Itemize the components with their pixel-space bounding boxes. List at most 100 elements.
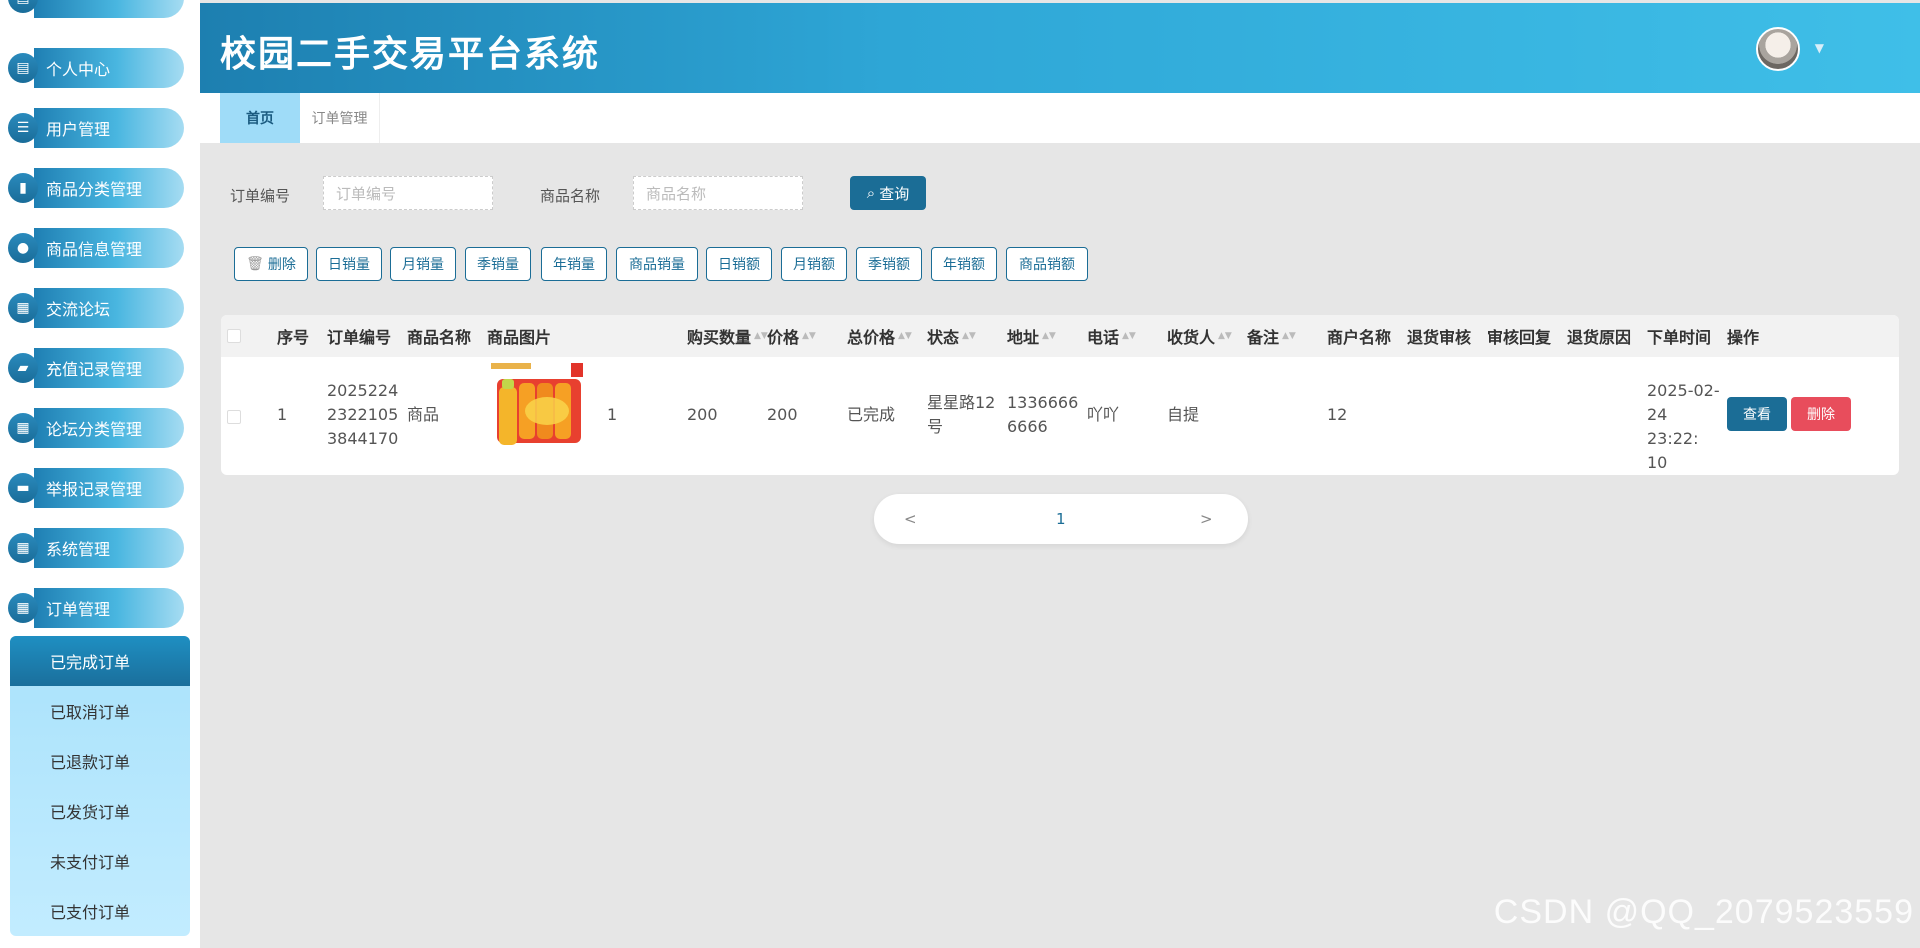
cell-status: 已完成 bbox=[847, 405, 896, 424]
cell-order-time: 2025-02- 24 23:22: 10 bbox=[1647, 381, 1720, 472]
sidebar-item-label: 充值记录管理 bbox=[34, 348, 184, 388]
column-header-15: 退货原因 bbox=[1567, 315, 1631, 357]
cell-receiver: 吖吖 bbox=[1087, 405, 1120, 424]
column-header-12: 商户名称 bbox=[1327, 315, 1391, 357]
sidebar-item-2[interactable]: ▮ 商品分类管理 bbox=[8, 168, 184, 208]
tab-home[interactable]: 首页 bbox=[220, 93, 300, 143]
submenu-item-2[interactable]: 已退款订单 bbox=[10, 736, 190, 786]
column-header-10[interactable]: 收货人 ▲▼ bbox=[1167, 315, 1232, 357]
submenu-item-0[interactable]: 已完成订单 bbox=[10, 636, 190, 686]
column-header-9[interactable]: 电话 ▲▼ bbox=[1087, 315, 1136, 357]
column-header-17: 操作 bbox=[1727, 315, 1759, 357]
sort-icon: ▲▼ bbox=[1042, 331, 1056, 341]
cell-address: 星星路12 号 bbox=[927, 393, 996, 436]
user-avatar[interactable] bbox=[1756, 27, 1800, 71]
column-header-4[interactable]: 购买数量 ▲▼ bbox=[687, 315, 768, 357]
row-checkbox[interactable] bbox=[227, 410, 241, 424]
page-number[interactable]: 1 bbox=[1056, 494, 1066, 544]
column-header-label: 序号 bbox=[277, 328, 310, 347]
column-header-13: 退货审核 bbox=[1407, 315, 1471, 357]
column-header-6[interactable]: 总价格 ▲▼ bbox=[847, 315, 912, 357]
order-no-label: 订单编号 bbox=[230, 187, 291, 205]
delete-row-button[interactable]: 删除 bbox=[1791, 397, 1851, 431]
bulb-icon: ● bbox=[8, 233, 38, 263]
cell-price: 200 bbox=[687, 405, 718, 424]
sidebar-item-5[interactable]: ▰ 充值记录管理 bbox=[8, 348, 184, 388]
action-button-7[interactable]: 月销额 bbox=[781, 247, 847, 281]
action-button-8[interactable]: 季销额 bbox=[856, 247, 922, 281]
submenu-item-4[interactable]: 未支付订单 bbox=[10, 836, 190, 886]
sidebar-item-label: 商品信息管理 bbox=[34, 228, 184, 268]
column-header-label: 操作 bbox=[1727, 328, 1760, 347]
column-header-label: 价格 bbox=[767, 328, 800, 347]
sidebar-item-label: 个人中心 bbox=[34, 48, 184, 88]
sidebar-item-3[interactable]: ● 商品信息管理 bbox=[8, 228, 184, 268]
grid-icon: ▦ bbox=[8, 413, 38, 443]
action-button-2[interactable]: 月销量 bbox=[390, 247, 456, 281]
sidebar-item-7[interactable]: ▬ 举报记录管理 bbox=[8, 468, 184, 508]
column-header-label: 地址 bbox=[1007, 328, 1040, 347]
product-name-input[interactable]: 商品名称 bbox=[633, 176, 803, 210]
sidebar-item-partial[interactable]: ▤ bbox=[8, 0, 184, 18]
action-button-6[interactable]: 日销额 bbox=[706, 247, 772, 281]
cell-merchant: 12 bbox=[1327, 405, 1348, 424]
sidebar-item-label: 系统管理 bbox=[34, 528, 184, 568]
column-header-8[interactable]: 地址 ▲▼ bbox=[1007, 315, 1056, 357]
sidebar-item-label: 举报记录管理 bbox=[34, 468, 184, 508]
submenu-item-1[interactable]: 已取消订单 bbox=[10, 686, 190, 736]
action-button-5[interactable]: 商品销量 bbox=[616, 247, 698, 281]
app-title: 校园二手交易平台系统 bbox=[220, 34, 601, 75]
column-header-label: 审核回复 bbox=[1487, 328, 1552, 347]
action-button-label: 删除 bbox=[267, 257, 296, 273]
orders-table: 序号 订单编号 商品名称 商品图片 购买数量 ▲▼ 价格 ▲▼ 总价格 ▲▼ 状态 ▲▼ 地址 ▲▼ 电话 ▲… bbox=[221, 315, 1899, 475]
product-image bbox=[489, 361, 585, 453]
column-header-11[interactable]: 备注 ▲▼ bbox=[1247, 315, 1296, 357]
action-button-1[interactable]: 日销量 bbox=[316, 247, 382, 281]
sidebar-item-6[interactable]: ▦ 论坛分类管理 bbox=[8, 408, 184, 448]
cell-order-no: 2025224 2322105 3844170 bbox=[327, 381, 399, 448]
submenu-item-5[interactable]: 已支付订单 bbox=[10, 886, 190, 936]
pagination: < 1 > bbox=[874, 494, 1248, 544]
action-button-4[interactable]: 年销量 bbox=[541, 247, 607, 281]
tab-order-management[interactable]: 订单管理 bbox=[300, 93, 380, 143]
sidebar-item-9[interactable]: ▦ 订单管理 bbox=[8, 588, 184, 628]
column-header-label: 退货原因 bbox=[1567, 328, 1632, 347]
column-header-14: 审核回复 bbox=[1487, 315, 1551, 357]
sort-icon: ▲▼ bbox=[754, 331, 768, 341]
sidebar-item-8[interactable]: ▦ 系统管理 bbox=[8, 528, 184, 568]
action-button-0[interactable]: 🗑 删除 bbox=[234, 247, 308, 281]
action-button-3[interactable]: 季销量 bbox=[465, 247, 531, 281]
cell-note: 自提 bbox=[1167, 405, 1200, 424]
cell-total: 200 bbox=[767, 405, 798, 424]
action-button-10[interactable]: 商品销额 bbox=[1006, 247, 1088, 281]
view-button[interactable]: 查看 bbox=[1727, 397, 1787, 431]
top-header: 校园二手交易平台系统 ▼ bbox=[200, 3, 1920, 93]
column-header-1: 订单编号 bbox=[327, 315, 391, 357]
column-header-5[interactable]: 价格 ▲▼ bbox=[767, 315, 816, 357]
prev-page-button[interactable]: < bbox=[904, 494, 917, 544]
search-icon: ⌕ bbox=[866, 184, 876, 202]
column-header-label: 收货人 bbox=[1167, 328, 1216, 347]
column-header-label: 购买数量 bbox=[687, 328, 752, 347]
sidebar-item-1[interactable]: ☰ 用户管理 bbox=[8, 108, 184, 148]
column-header-label: 电话 bbox=[1087, 328, 1120, 347]
sidebar-item-partial-pill bbox=[34, 0, 184, 18]
column-header-label: 订单编号 bbox=[327, 328, 392, 347]
column-header-0: 序号 bbox=[277, 315, 309, 357]
tab-bar: 首页 订单管理 bbox=[200, 93, 1920, 143]
sidebar-item-label: 用户管理 bbox=[34, 108, 184, 148]
product-name-label: 商品名称 bbox=[540, 187, 601, 205]
search-button[interactable]: ⌕ 查询 bbox=[850, 176, 926, 210]
select-all-checkbox[interactable] bbox=[227, 329, 241, 343]
sidebar-item-0[interactable]: ▤ 个人中心 bbox=[8, 48, 184, 88]
action-button-9[interactable]: 年销额 bbox=[931, 247, 997, 281]
submenu-item-3[interactable]: 已发货订单 bbox=[10, 786, 190, 836]
order-no-input[interactable]: 订单编号 bbox=[323, 176, 493, 210]
sidebar-item-4[interactable]: ▦ 交流论坛 bbox=[8, 288, 184, 328]
chevron-down-icon[interactable]: ▼ bbox=[1815, 41, 1824, 55]
trash-icon: 🗑 bbox=[246, 256, 264, 272]
next-page-button[interactable]: > bbox=[1200, 494, 1213, 544]
column-header-label: 退货审核 bbox=[1407, 328, 1472, 347]
cell-index: 1 bbox=[277, 405, 288, 424]
column-header-7[interactable]: 状态 ▲▼ bbox=[927, 315, 976, 357]
